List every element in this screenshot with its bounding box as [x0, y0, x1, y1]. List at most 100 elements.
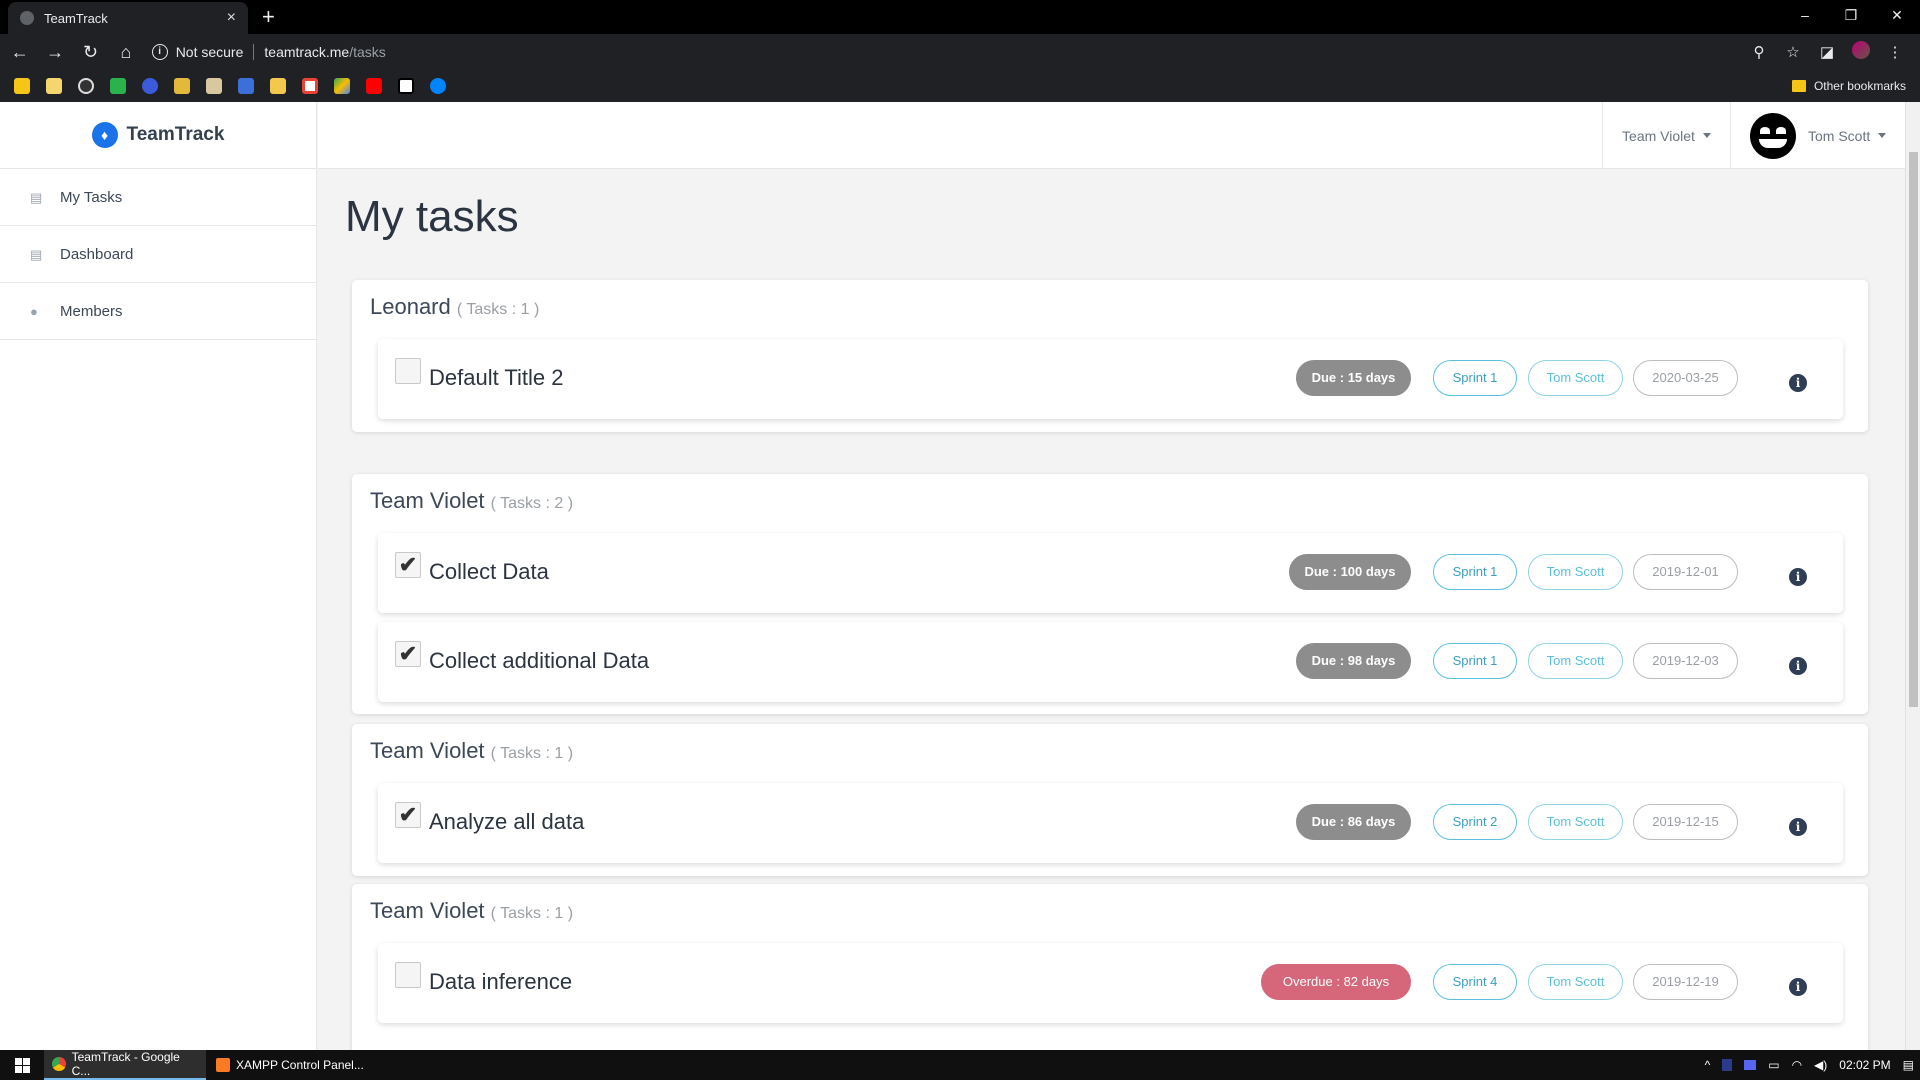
- new-tab-button[interactable]: +: [262, 6, 275, 28]
- sidebar-item-members[interactable]: ● Members: [0, 283, 316, 340]
- calendar-icon[interactable]: [238, 78, 254, 94]
- info-icon[interactable]: i: [1789, 818, 1807, 836]
- date-badge: 2020-03-25: [1633, 360, 1738, 396]
- task-card[interactable]: Default Title 2 Due : 15 days Sprint 1 T…: [378, 339, 1843, 419]
- minimize-button[interactable]: –: [1782, 0, 1828, 30]
- page-scrollbar[interactable]: [1905, 102, 1920, 1050]
- profile-icon[interactable]: [1844, 41, 1878, 63]
- divider: [253, 44, 255, 60]
- bookmark-image-icon[interactable]: [174, 78, 190, 94]
- close-tab-icon[interactable]: ×: [227, 9, 236, 27]
- task-checkbox[interactable]: ✔: [395, 802, 421, 828]
- windows-start-icon[interactable]: [0, 1050, 44, 1080]
- assignee-badge[interactable]: Tom Scott: [1528, 804, 1623, 840]
- sprint-badge[interactable]: Sprint 1: [1433, 554, 1517, 590]
- home-icon[interactable]: ⌂: [110, 42, 141, 63]
- tray-app-icon[interactable]: [1744, 1060, 1757, 1070]
- list-icon: ▤: [30, 189, 43, 205]
- bookmarks-bar: Other bookmarks: [0, 70, 1920, 102]
- task-checkbox[interactable]: ✔: [395, 641, 421, 667]
- info-icon[interactable]: i: [1789, 374, 1807, 392]
- taskbar-app-label: TeamTrack - Google C...: [71, 1050, 180, 1078]
- gmail-icon[interactable]: [302, 78, 318, 94]
- sprint-badge[interactable]: Sprint 4: [1433, 964, 1517, 1000]
- info-icon[interactable]: i: [1789, 978, 1807, 996]
- group-header: Team Violet ( Tasks : 1 ): [370, 898, 573, 924]
- assignee-badge[interactable]: Tom Scott: [1528, 360, 1623, 396]
- clock[interactable]: 02:02 PM: [1839, 1058, 1890, 1072]
- taskbar-app-xampp[interactable]: XAMPP Control Panel...: [208, 1050, 372, 1080]
- caret-down-icon: [1702, 133, 1711, 138]
- reload-icon[interactable]: ↻: [75, 42, 106, 63]
- bookmark-star-icon[interactable]: ☆: [1776, 43, 1810, 61]
- sprint-badge[interactable]: Sprint 1: [1433, 643, 1517, 679]
- task-checkbox[interactable]: [395, 962, 421, 988]
- task-title: Collect additional Data: [429, 648, 650, 673]
- close-window-button[interactable]: ✕: [1874, 0, 1920, 30]
- task-title: Analyze all data: [429, 809, 585, 834]
- bookmark-h-icon[interactable]: [110, 78, 126, 94]
- task-card[interactable]: Data inference Overdue : 82 days Sprint …: [378, 943, 1843, 1023]
- pocket-icon[interactable]: ◪: [1810, 43, 1844, 61]
- sidebar-item-label: Dashboard: [60, 245, 134, 263]
- browser-tab[interactable]: TeamTrack ×: [8, 2, 248, 34]
- bookmark-folder-icon[interactable]: [46, 78, 62, 94]
- sprint-badge[interactable]: Sprint 2: [1433, 804, 1517, 840]
- task-card[interactable]: ✔ Collect Data Due : 100 days Sprint 1 T…: [378, 533, 1843, 613]
- assignee-badge[interactable]: Tom Scott: [1528, 643, 1623, 679]
- bookmark-folder-icon[interactable]: [14, 78, 30, 94]
- tray-app-icon[interactable]: [1722, 1059, 1733, 1071]
- info-icon[interactable]: i: [1789, 657, 1807, 675]
- messenger-icon[interactable]: [430, 78, 446, 94]
- sidebar-item-label: Members: [60, 302, 123, 320]
- assignee-badge[interactable]: Tom Scott: [1528, 554, 1623, 590]
- wifi-icon[interactable]: ◠: [1792, 1058, 1802, 1072]
- zoom-icon[interactable]: ⚲: [1742, 43, 1776, 61]
- user-menu[interactable]: Tom Scott: [1750, 102, 1900, 169]
- bookmark-g-icon[interactable]: [206, 78, 222, 94]
- folder-icon: [1791, 80, 1806, 92]
- due-badge: Due : 100 days: [1289, 554, 1411, 590]
- back-icon[interactable]: ←: [4, 42, 35, 63]
- sidebar-item-label: My Tasks: [60, 188, 123, 206]
- forward-icon[interactable]: →: [39, 42, 70, 63]
- sidebar-item-dashboard[interactable]: ▤ Dashboard: [0, 226, 316, 283]
- battery-icon[interactable]: ▭: [1768, 1058, 1779, 1072]
- chevron-up-icon[interactable]: ^: [1705, 1058, 1711, 1072]
- sidebar: ♦ TeamTrack ▤ My Tasks ▤ Dashboard ● Mem…: [0, 102, 317, 1050]
- task-card[interactable]: ✔ Collect additional Data Due : 98 days …: [378, 622, 1843, 702]
- task-card[interactable]: ✔ Analyze all data Due : 86 days Sprint …: [378, 783, 1843, 863]
- task-group: Team Violet ( Tasks : 1 ) ✔ Analyze all …: [352, 724, 1868, 876]
- other-bookmarks[interactable]: Other bookmarks: [1791, 79, 1906, 93]
- site-info-icon[interactable]: i: [151, 44, 168, 60]
- volume-icon[interactable]: ◀): [1814, 1058, 1827, 1072]
- url-path: /tasks: [349, 44, 386, 60]
- taskbar-app-chrome[interactable]: TeamTrack - Google C...: [44, 1050, 206, 1080]
- date-badge: 2019-12-01: [1633, 554, 1738, 590]
- menu-icon[interactable]: ⋮: [1878, 43, 1912, 61]
- notion-icon[interactable]: [398, 78, 414, 94]
- task-checkbox[interactable]: ✔: [395, 552, 421, 578]
- brand[interactable]: ♦ TeamTrack: [0, 102, 316, 169]
- due-badge: Due : 98 days: [1296, 643, 1411, 679]
- bookmark-link-icon[interactable]: [142, 78, 158, 94]
- keep-icon[interactable]: [270, 78, 286, 94]
- info-icon[interactable]: i: [1789, 568, 1807, 586]
- drive-icon[interactable]: [334, 78, 350, 94]
- chrome-icon: [52, 1057, 66, 1071]
- assignee-badge[interactable]: Tom Scott: [1528, 964, 1623, 1000]
- group-task-count: ( Tasks : 1 ): [456, 301, 540, 318]
- other-bookmarks-label: Other bookmarks: [1813, 79, 1906, 93]
- github-icon[interactable]: [78, 78, 94, 94]
- notifications-icon[interactable]: ▤: [1903, 1058, 1914, 1072]
- task-checkbox[interactable]: [395, 358, 421, 384]
- os-taskbar: TeamTrack - Google C... XAMPP Control Pa…: [0, 1050, 1920, 1080]
- team-dropdown[interactable]: Team Violet: [1602, 102, 1731, 169]
- restore-button[interactable]: ❐: [1828, 0, 1874, 30]
- youtube-icon[interactable]: [366, 78, 382, 94]
- address-bar[interactable]: i Not secure teamtrack.me/tasks: [151, 38, 1743, 66]
- top-navbar: Team Violet Tom Scott: [318, 102, 1905, 169]
- scrollbar-thumb[interactable]: [1909, 152, 1918, 707]
- sprint-badge[interactable]: Sprint 1: [1433, 360, 1517, 396]
- sidebar-item-my-tasks[interactable]: ▤ My Tasks: [0, 169, 316, 226]
